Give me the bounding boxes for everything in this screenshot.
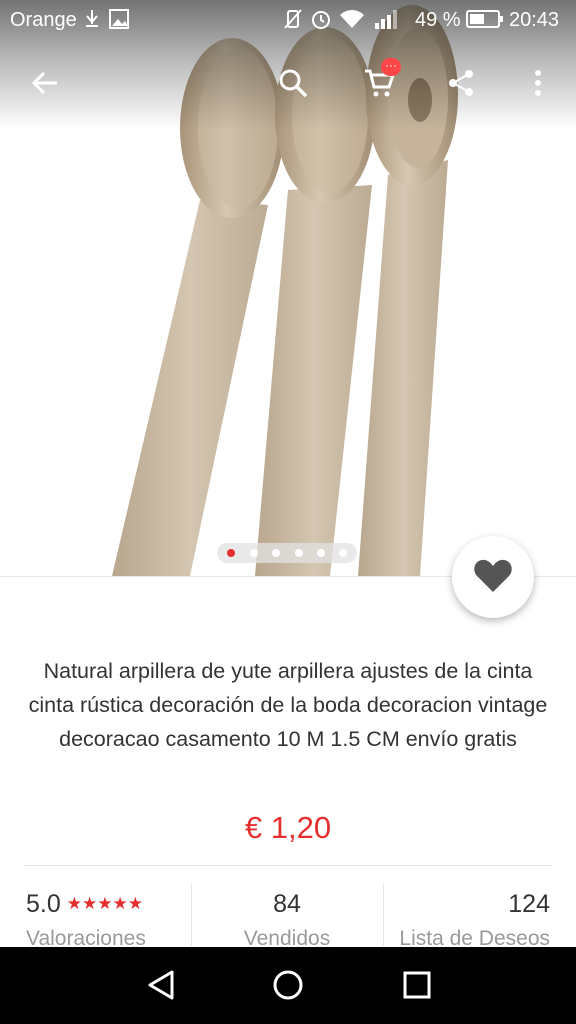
battery-percent: 49 % — [415, 9, 461, 31]
sold-stat: 84 Vendidos — [192, 890, 382, 950]
image-notification-icon — [108, 8, 130, 36]
battery-icon — [466, 8, 504, 36]
search-button[interactable] — [269, 61, 317, 109]
product-price: € 1,20 — [244, 810, 332, 845]
pager-dot-3[interactable] — [272, 549, 280, 557]
search-icon — [277, 67, 309, 104]
nav-back-button[interactable] — [137, 963, 185, 1011]
pager-dot-4[interactable] — [295, 549, 303, 557]
nav-home-button[interactable] — [264, 963, 312, 1011]
rating-value: 5.0 — [26, 890, 61, 918]
wishlist-count: 124 — [508, 890, 550, 918]
sold-count: 84 — [273, 890, 301, 918]
status-bar: Orange 49 % 20:43 — [0, 0, 576, 40]
wishlist-stat: 124 Lista de Deseos — [384, 890, 550, 950]
rating-stat[interactable]: 5.0 ★★★★★ Valoraciones — [26, 890, 186, 950]
share-icon — [446, 68, 476, 103]
product-detail-screen: Orange 49 % 20:43 ··· Natural arpillera … — [0, 0, 576, 1024]
back-button[interactable] — [21, 61, 69, 109]
cart-badge: ··· — [381, 58, 401, 76]
pager-dot-6[interactable] — [339, 549, 347, 557]
carrier-name: Orange — [10, 9, 77, 31]
section-divider — [24, 865, 552, 866]
pager-dot-2[interactable] — [250, 549, 258, 557]
rating-stars: ★★★★★ — [66, 894, 143, 913]
alarm-icon — [310, 8, 332, 36]
share-button[interactable] — [437, 61, 485, 109]
pager-dot-5[interactable] — [317, 549, 325, 557]
usb-icon — [82, 8, 102, 36]
nav-recents-icon — [402, 970, 432, 1005]
more-options-button[interactable] — [514, 61, 562, 109]
add-to-wishlist-button[interactable] — [452, 536, 534, 618]
back-arrow-icon — [30, 68, 60, 103]
nav-recents-button[interactable] — [393, 963, 441, 1011]
nav-home-icon — [271, 968, 305, 1007]
signal-icon — [373, 8, 401, 36]
nav-back-icon — [144, 968, 178, 1007]
more-vert-icon — [533, 68, 543, 103]
vibrate-off-icon — [282, 8, 304, 36]
heart-icon — [473, 557, 513, 598]
clock: 20:43 — [509, 9, 560, 31]
image-pager[interactable] — [217, 543, 357, 563]
system-navigation-bar — [0, 947, 576, 1024]
wifi-icon — [339, 8, 365, 36]
product-title: Natural arpillera de yute arpillera ajus… — [28, 659, 548, 751]
pager-dot-1[interactable] — [227, 549, 235, 557]
